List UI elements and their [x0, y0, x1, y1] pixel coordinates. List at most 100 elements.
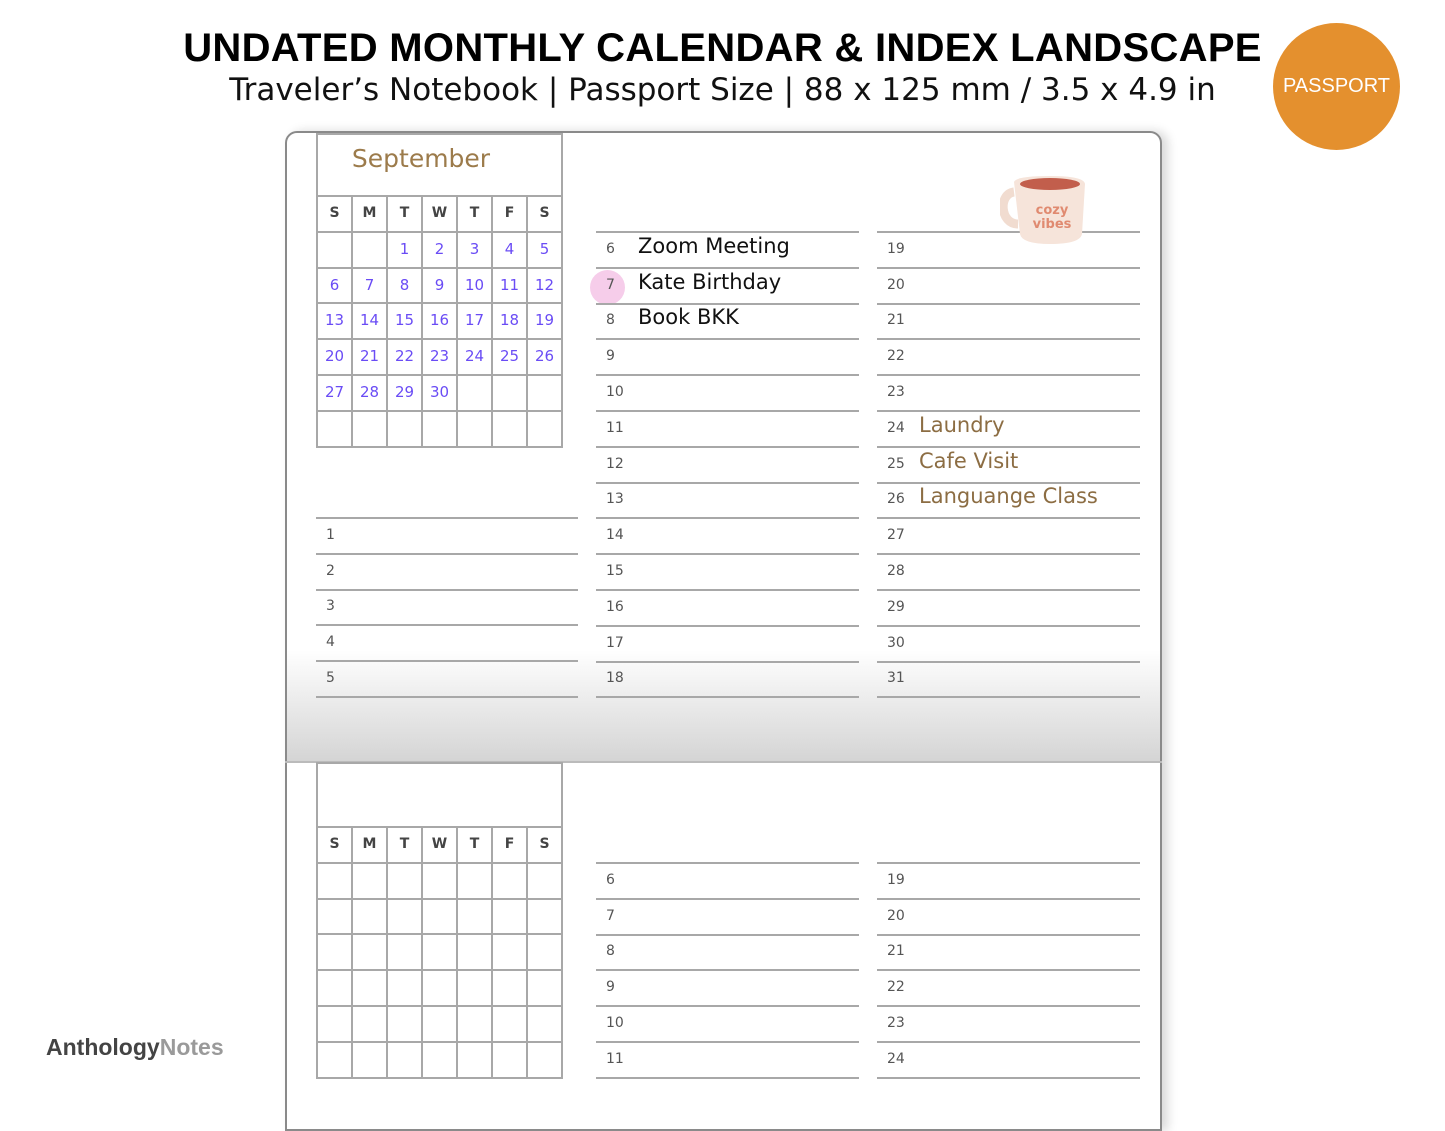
weekday-label: F [504, 205, 515, 221]
list-line [596, 374, 859, 377]
calendar-day: 14 [359, 311, 380, 330]
calendar-day: 22 [394, 347, 415, 366]
calendar-day: 23 [429, 347, 450, 366]
calendar-gridline [316, 1076, 563, 1079]
list-line [877, 266, 1140, 269]
list-number: 21 [887, 943, 905, 960]
calendar-border [316, 762, 563, 764]
calendar-gridline [316, 445, 563, 448]
month-title: September [351, 144, 491, 173]
calendar-day: 19 [534, 311, 555, 330]
list-number: 3 [326, 598, 335, 615]
list-line [596, 589, 859, 591]
list-number: 20 [887, 276, 905, 293]
weekday-label: S [329, 836, 340, 852]
list-number: 17 [606, 634, 624, 651]
page-fold-shadow [285, 650, 1162, 762]
list-number: 29 [887, 598, 905, 615]
list-line [596, 338, 859, 341]
list-number: 8 [606, 943, 615, 960]
list-number: 19 [887, 240, 905, 257]
weekday-label: T [399, 205, 410, 221]
list-number: 1 [326, 526, 335, 543]
list-number: 13 [606, 491, 624, 508]
list-number: 18 [606, 670, 624, 687]
list-number: 26 [887, 491, 905, 508]
calendar-gridline [526, 826, 528, 1077]
list-entry: Laundry [919, 412, 1005, 437]
list-entry: Cafe Visit [919, 448, 1019, 473]
list-line [877, 338, 1140, 341]
list-line [877, 897, 1140, 900]
list-line [596, 969, 859, 972]
list-line [596, 266, 859, 269]
list-number: 20 [887, 907, 905, 924]
calendar-day: 12 [534, 275, 555, 294]
list-number: 22 [887, 979, 905, 996]
list-line [316, 696, 578, 698]
calendar-day: 24 [464, 347, 485, 366]
list-number: 22 [887, 348, 905, 365]
list-number: 10 [606, 1015, 624, 1031]
list-line [316, 517, 578, 519]
weekday-label: S [329, 205, 340, 221]
weekday-label: F [504, 836, 515, 852]
list-line [316, 588, 578, 591]
list-number: 10 [606, 384, 624, 400]
calendar-day: 11 [499, 275, 520, 294]
calendar-day: 27 [324, 383, 345, 401]
calendar-border [316, 133, 563, 135]
calendar-gridline [386, 826, 388, 1077]
list-line [877, 374, 1140, 377]
list-line [596, 302, 859, 305]
list-line [316, 624, 578, 627]
list-line [877, 624, 1140, 627]
list-line [877, 553, 1140, 556]
weekday-label: M [362, 205, 377, 221]
list-line [877, 517, 1140, 520]
list-line [596, 660, 859, 663]
list-line [596, 517, 859, 520]
list-entry: Book BKK [638, 305, 739, 330]
list-line [877, 302, 1140, 305]
calendar-day: 7 [364, 275, 375, 294]
list-number: 6 [606, 871, 615, 888]
list-line [596, 445, 859, 448]
calendar-gridline [491, 826, 493, 1077]
list-number: 14 [606, 527, 624, 544]
page-title: UNDATED MONTHLY CALENDAR & INDEX LANDSCA… [183, 26, 1262, 70]
list-number: 23 [887, 1015, 905, 1031]
calendar-day: 2 [434, 239, 445, 258]
list-line [877, 660, 1140, 663]
list-number: 9 [606, 348, 615, 365]
list-entry: Languange Class [919, 484, 1098, 509]
list-entry: Zoom Meeting [638, 233, 790, 258]
calendar-day: 6 [329, 275, 340, 294]
list-number: 19 [887, 871, 905, 888]
calendar-gridline [456, 826, 458, 1077]
list-line [596, 1041, 859, 1043]
list-entry: Kate Birthday [638, 269, 782, 294]
list-number: 7 [606, 276, 615, 293]
list-line [877, 1076, 1140, 1079]
list-line [596, 624, 859, 627]
list-line [596, 410, 859, 412]
list-line [877, 696, 1140, 699]
weekday-label: T [469, 836, 480, 852]
calendar-day: 20 [324, 347, 345, 366]
calendar-day: 28 [359, 383, 380, 401]
weekday-label: M [362, 836, 377, 852]
list-line [596, 862, 859, 864]
calendar-day: 18 [499, 311, 520, 330]
calendar-day: 21 [359, 347, 380, 366]
list-number: 15 [606, 563, 624, 579]
svg-text:vibes: vibes [1033, 217, 1072, 232]
list-number: 16 [606, 598, 624, 615]
calendar-gridline [421, 826, 423, 1077]
list-line [596, 933, 859, 936]
calendar-day: 26 [534, 347, 555, 366]
cozy-mug-sticker: cozy vibes [1000, 176, 1085, 244]
list-line [596, 553, 859, 556]
weekday-label: T [399, 836, 410, 852]
list-line [596, 1076, 859, 1079]
